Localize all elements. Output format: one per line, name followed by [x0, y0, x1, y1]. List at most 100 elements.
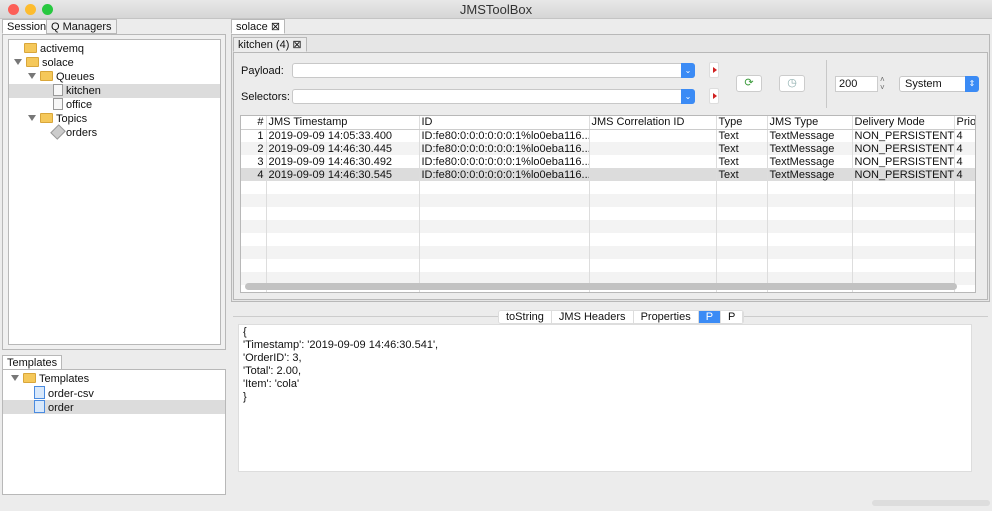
tree-item-solace[interactable]: solace — [14, 56, 74, 70]
table-cell — [589, 194, 717, 207]
table-cell — [589, 246, 717, 259]
template-icon — [34, 386, 45, 399]
column-header[interactable]: Type — [716, 116, 768, 130]
tab-payload[interactable]: P — [698, 311, 722, 323]
tree-item-order-csv[interactable]: order-csv — [34, 386, 94, 400]
tab-session-solace[interactable]: solace ⊠ — [231, 19, 286, 34]
table-row[interactable] — [241, 246, 975, 259]
table-cell — [266, 207, 420, 220]
payload-line: } — [243, 391, 247, 403]
selectors-combo[interactable]: ⌄ — [292, 89, 695, 104]
expand-triangle-icon[interactable] — [28, 73, 36, 79]
tab-templates[interactable]: Templates — [2, 355, 63, 370]
table-row[interactable] — [241, 194, 975, 207]
tree-item-activemq[interactable]: activemq — [24, 42, 84, 56]
tree-item-kitchen[interactable]: kitchen — [9, 84, 220, 98]
tree-item-templates-root[interactable]: Templates — [11, 372, 89, 386]
refresh-icon: ⟳ — [744, 77, 754, 89]
tab-properties[interactable]: Properties — [633, 311, 699, 323]
payload-combo[interactable]: ⌄ — [292, 63, 695, 78]
payload-label: Payload: — [241, 65, 284, 77]
tab-jms-headers[interactable]: JMS Headers — [551, 311, 634, 323]
folder-icon — [40, 71, 53, 81]
table-cell — [852, 194, 955, 207]
max-messages-input[interactable]: 200 — [835, 76, 878, 92]
tree-item-queues[interactable]: Queues — [28, 70, 95, 84]
table-row[interactable] — [241, 233, 975, 246]
table-row[interactable] — [241, 181, 975, 194]
window-title: JMSToolBox — [459, 2, 533, 17]
table-cell — [241, 181, 267, 194]
auto-refresh-button[interactable]: ◷ — [779, 75, 805, 92]
minimize-window-button[interactable] — [25, 4, 36, 15]
table-cell — [241, 207, 267, 220]
table-cell — [419, 246, 590, 259]
chevron-updown-icon[interactable]: ⇕ — [965, 76, 979, 92]
close-tab-icon[interactable]: ⊠ — [292, 39, 301, 51]
table-cell — [767, 207, 853, 220]
expand-triangle-icon[interactable] — [28, 115, 36, 121]
tree-item-order[interactable]: order — [3, 400, 225, 414]
table-cell: TextMessage — [767, 168, 853, 181]
column-header[interactable]: ID — [419, 116, 590, 130]
table-row[interactable]: 3 2019-09-09 14:46:30.492 ID:fe80:0:0:0:0:… — [241, 155, 975, 168]
tab-q-managers[interactable]: Q Managers — [46, 19, 117, 34]
table-row[interactable]: 2 2019-09-09 14:46:30.445 ID:fe80:0:0:0:0:… — [241, 142, 975, 155]
table-cell — [589, 207, 717, 220]
table-row[interactable] — [241, 220, 975, 233]
tab-payload-alt[interactable]: P — [721, 311, 744, 323]
close-tab-icon[interactable]: ⊠ — [271, 21, 280, 33]
table-cell — [767, 246, 853, 259]
column-header[interactable]: Priorit — [954, 116, 975, 130]
chevron-down-icon[interactable]: ⌄ — [681, 63, 695, 78]
table-cell — [419, 220, 590, 233]
chevron-down-icon[interactable]: ⌄ — [681, 89, 695, 104]
table-cell: TextMessage — [767, 129, 853, 142]
tab-tostring[interactable]: toString — [499, 311, 552, 323]
tree-item-orders[interactable]: orders — [50, 124, 97, 140]
selectors-label: Selectors: — [241, 91, 290, 103]
table-cell — [954, 246, 975, 259]
table-cell — [767, 181, 853, 194]
folder-icon — [23, 373, 36, 383]
clear-selectors-button[interactable] — [709, 88, 719, 104]
clear-payload-button[interactable] — [709, 62, 719, 78]
table-cell — [954, 220, 975, 233]
table-cell — [589, 168, 717, 181]
table-cell — [954, 194, 975, 207]
table-cell — [767, 220, 853, 233]
table-cell — [589, 155, 717, 168]
table-cell — [419, 233, 590, 246]
table-cell — [716, 246, 768, 259]
horizontal-scrollbar[interactable] — [245, 283, 957, 290]
column-header[interactable]: JMS Correlation ID — [589, 116, 717, 130]
close-window-button[interactable] — [8, 4, 19, 15]
table-row[interactable]: 4 2019-09-09 14:46:30.545 ID:fe80:0:0:0:0:… — [241, 168, 975, 181]
table-cell — [266, 259, 420, 272]
timezone-select[interactable]: System ⇕ — [899, 76, 979, 92]
expand-triangle-icon[interactable] — [14, 59, 22, 65]
maximize-window-button[interactable] — [42, 4, 53, 15]
max-messages-stepper[interactable]: ˄ ˅ — [880, 76, 888, 92]
column-header[interactable]: Delivery Mode — [852, 116, 955, 130]
column-header[interactable]: JMS Timestamp — [266, 116, 420, 130]
refresh-button[interactable]: ⟳ — [736, 75, 762, 92]
tree-item-office[interactable]: office — [53, 98, 92, 112]
expand-triangle-icon[interactable] — [11, 375, 19, 381]
table-cell — [954, 207, 975, 220]
table-row[interactable] — [241, 207, 975, 220]
table-row[interactable] — [241, 259, 975, 272]
column-header[interactable]: # — [241, 116, 267, 130]
table-cell — [589, 233, 717, 246]
column-header[interactable]: JMS Type — [767, 116, 853, 130]
table-cell: 2019-09-09 14:46:30.545 — [266, 168, 420, 181]
table-cell — [419, 259, 590, 272]
topic-icon — [50, 124, 66, 140]
table-cell: Text — [716, 142, 768, 155]
table-cell: ID:fe80:0:0:0:0:0:0:1%lo0eba116... — [419, 155, 590, 168]
tab-queue-kitchen[interactable]: kitchen (4) ⊠ — [233, 37, 307, 52]
table-row[interactable]: 1 2019-09-09 14:05:33.400 ID:fe80:0:0:0:0:… — [241, 129, 975, 142]
table-cell: 2019-09-09 14:46:30.445 — [266, 142, 420, 155]
table-cell: NON_PERSISTENT (1) — [852, 155, 955, 168]
table-cell: 4 — [954, 155, 975, 168]
